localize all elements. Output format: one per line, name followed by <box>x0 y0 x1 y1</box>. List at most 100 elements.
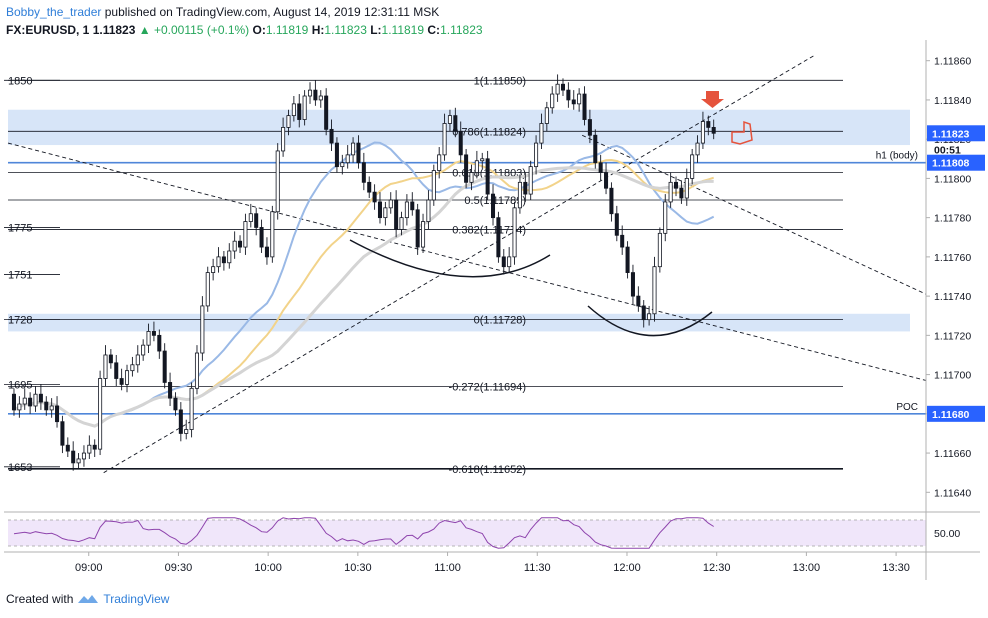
candle-body <box>410 201 415 211</box>
candle-body <box>620 234 625 248</box>
candle-body <box>60 421 65 446</box>
candle-body <box>345 154 350 164</box>
y-tick-label: 1.11660 <box>934 448 971 460</box>
candle-body <box>534 142 539 168</box>
candle-body <box>135 354 140 366</box>
footer: Created with TradingView <box>6 592 169 606</box>
candle-body <box>674 181 679 189</box>
candle-body <box>334 142 339 168</box>
candle-body <box>377 201 382 219</box>
candle-body <box>194 352 199 389</box>
candle-body <box>264 246 269 258</box>
candle-body <box>168 382 173 399</box>
y-tick-label: 1.11800 <box>934 173 971 185</box>
x-tick-label: 10:30 <box>344 562 372 574</box>
candle-body <box>307 89 313 97</box>
moving-average-line <box>13 166 714 428</box>
candle-body <box>663 201 668 234</box>
candle-body <box>65 444 70 452</box>
candle-body <box>437 154 442 171</box>
candle-body <box>108 354 113 364</box>
rsi-pane <box>8 517 926 549</box>
tradingview-logo-icon <box>78 595 99 603</box>
candle-body <box>141 344 146 356</box>
candle-body <box>38 393 43 403</box>
candle-body <box>528 166 533 195</box>
candle-body <box>474 160 479 173</box>
rsi-band <box>8 520 926 546</box>
candle-body <box>647 313 652 321</box>
candle-body <box>372 191 377 203</box>
fib-label: 0.786(1.11824) <box>452 126 526 138</box>
candle-body <box>491 193 496 219</box>
x-tick-label: 12:30 <box>703 562 731 574</box>
down-arrow-icon <box>701 91 724 108</box>
candle-body <box>582 93 587 120</box>
candle-body <box>87 444 92 454</box>
candle-body <box>598 162 603 173</box>
candle-body <box>501 256 506 268</box>
candle-body <box>523 181 528 195</box>
candle-body <box>604 172 609 189</box>
candle-body <box>507 256 512 268</box>
candle-body <box>383 207 388 219</box>
x-tick-label: 12:00 <box>613 562 641 574</box>
candle-body <box>232 240 237 252</box>
candle-body <box>630 272 635 297</box>
close-value: 1.11823 <box>440 23 483 37</box>
level-label: 1653 <box>8 462 32 474</box>
open-label: O: <box>252 23 266 37</box>
symbol-label: FX:EURUSD, 1 <box>6 23 90 37</box>
price-chart[interactable]: 1(1.11850)0.786(1.11824)0.618(1.11803)0.… <box>0 0 988 618</box>
candle-body <box>700 121 705 144</box>
x-tick-label: 09:00 <box>75 562 103 574</box>
candle-body <box>555 83 560 95</box>
published-text: published on TradingView.com, August 14,… <box>104 5 440 19</box>
blue-level-label: h1 (body) <box>876 151 918 162</box>
candle-body <box>200 305 205 354</box>
chart-header: Bobby_the_trader published on TradingVie… <box>6 3 906 39</box>
blue-level-label: POC <box>896 402 918 413</box>
candle-body <box>636 295 641 307</box>
y-tick-label: 1.11840 <box>934 95 971 107</box>
created-with-text: Created with <box>6 592 74 606</box>
candle-body <box>11 393 16 411</box>
candle-body <box>238 240 243 248</box>
candle-body <box>388 199 393 209</box>
close-label: C: <box>427 23 441 37</box>
candle-body <box>254 213 259 228</box>
level-badge: 1.11680 <box>932 409 970 421</box>
candle-body <box>571 99 576 105</box>
candle-body <box>426 199 431 222</box>
y-tick-label: 1.11720 <box>934 330 971 342</box>
candle-body <box>114 362 119 379</box>
candle-body <box>539 123 544 144</box>
author-name[interactable]: Bobby_the_trader <box>6 5 101 19</box>
candle-body <box>297 103 302 120</box>
candle-body <box>227 250 232 264</box>
tradingview-link[interactable]: TradingView <box>103 592 169 606</box>
candle-body <box>453 115 458 132</box>
candle-body <box>81 452 86 460</box>
candle-body <box>329 128 334 144</box>
countdown-label: 00:51 <box>934 144 961 156</box>
y-tick-label: 1.11640 <box>934 487 971 499</box>
candle-body <box>22 397 27 405</box>
candle-body <box>695 142 700 156</box>
candle-body <box>652 266 657 315</box>
level-label: 1751 <box>8 270 32 282</box>
fib-label: 0(1.11728) <box>474 315 526 327</box>
candle-body <box>394 199 399 230</box>
candle-body <box>641 305 646 321</box>
candle-body <box>28 397 33 407</box>
candle-body <box>243 221 248 248</box>
candle-body <box>485 158 490 195</box>
candle-body <box>49 405 54 411</box>
candle-body <box>587 119 592 136</box>
candle-body <box>421 221 426 248</box>
candle-body <box>205 272 210 307</box>
candle-body <box>189 387 194 430</box>
level-label: 1775 <box>8 222 32 234</box>
open-value: 1.11819 <box>265 23 309 37</box>
fib-label: -0.618(1.11652) <box>449 464 526 476</box>
